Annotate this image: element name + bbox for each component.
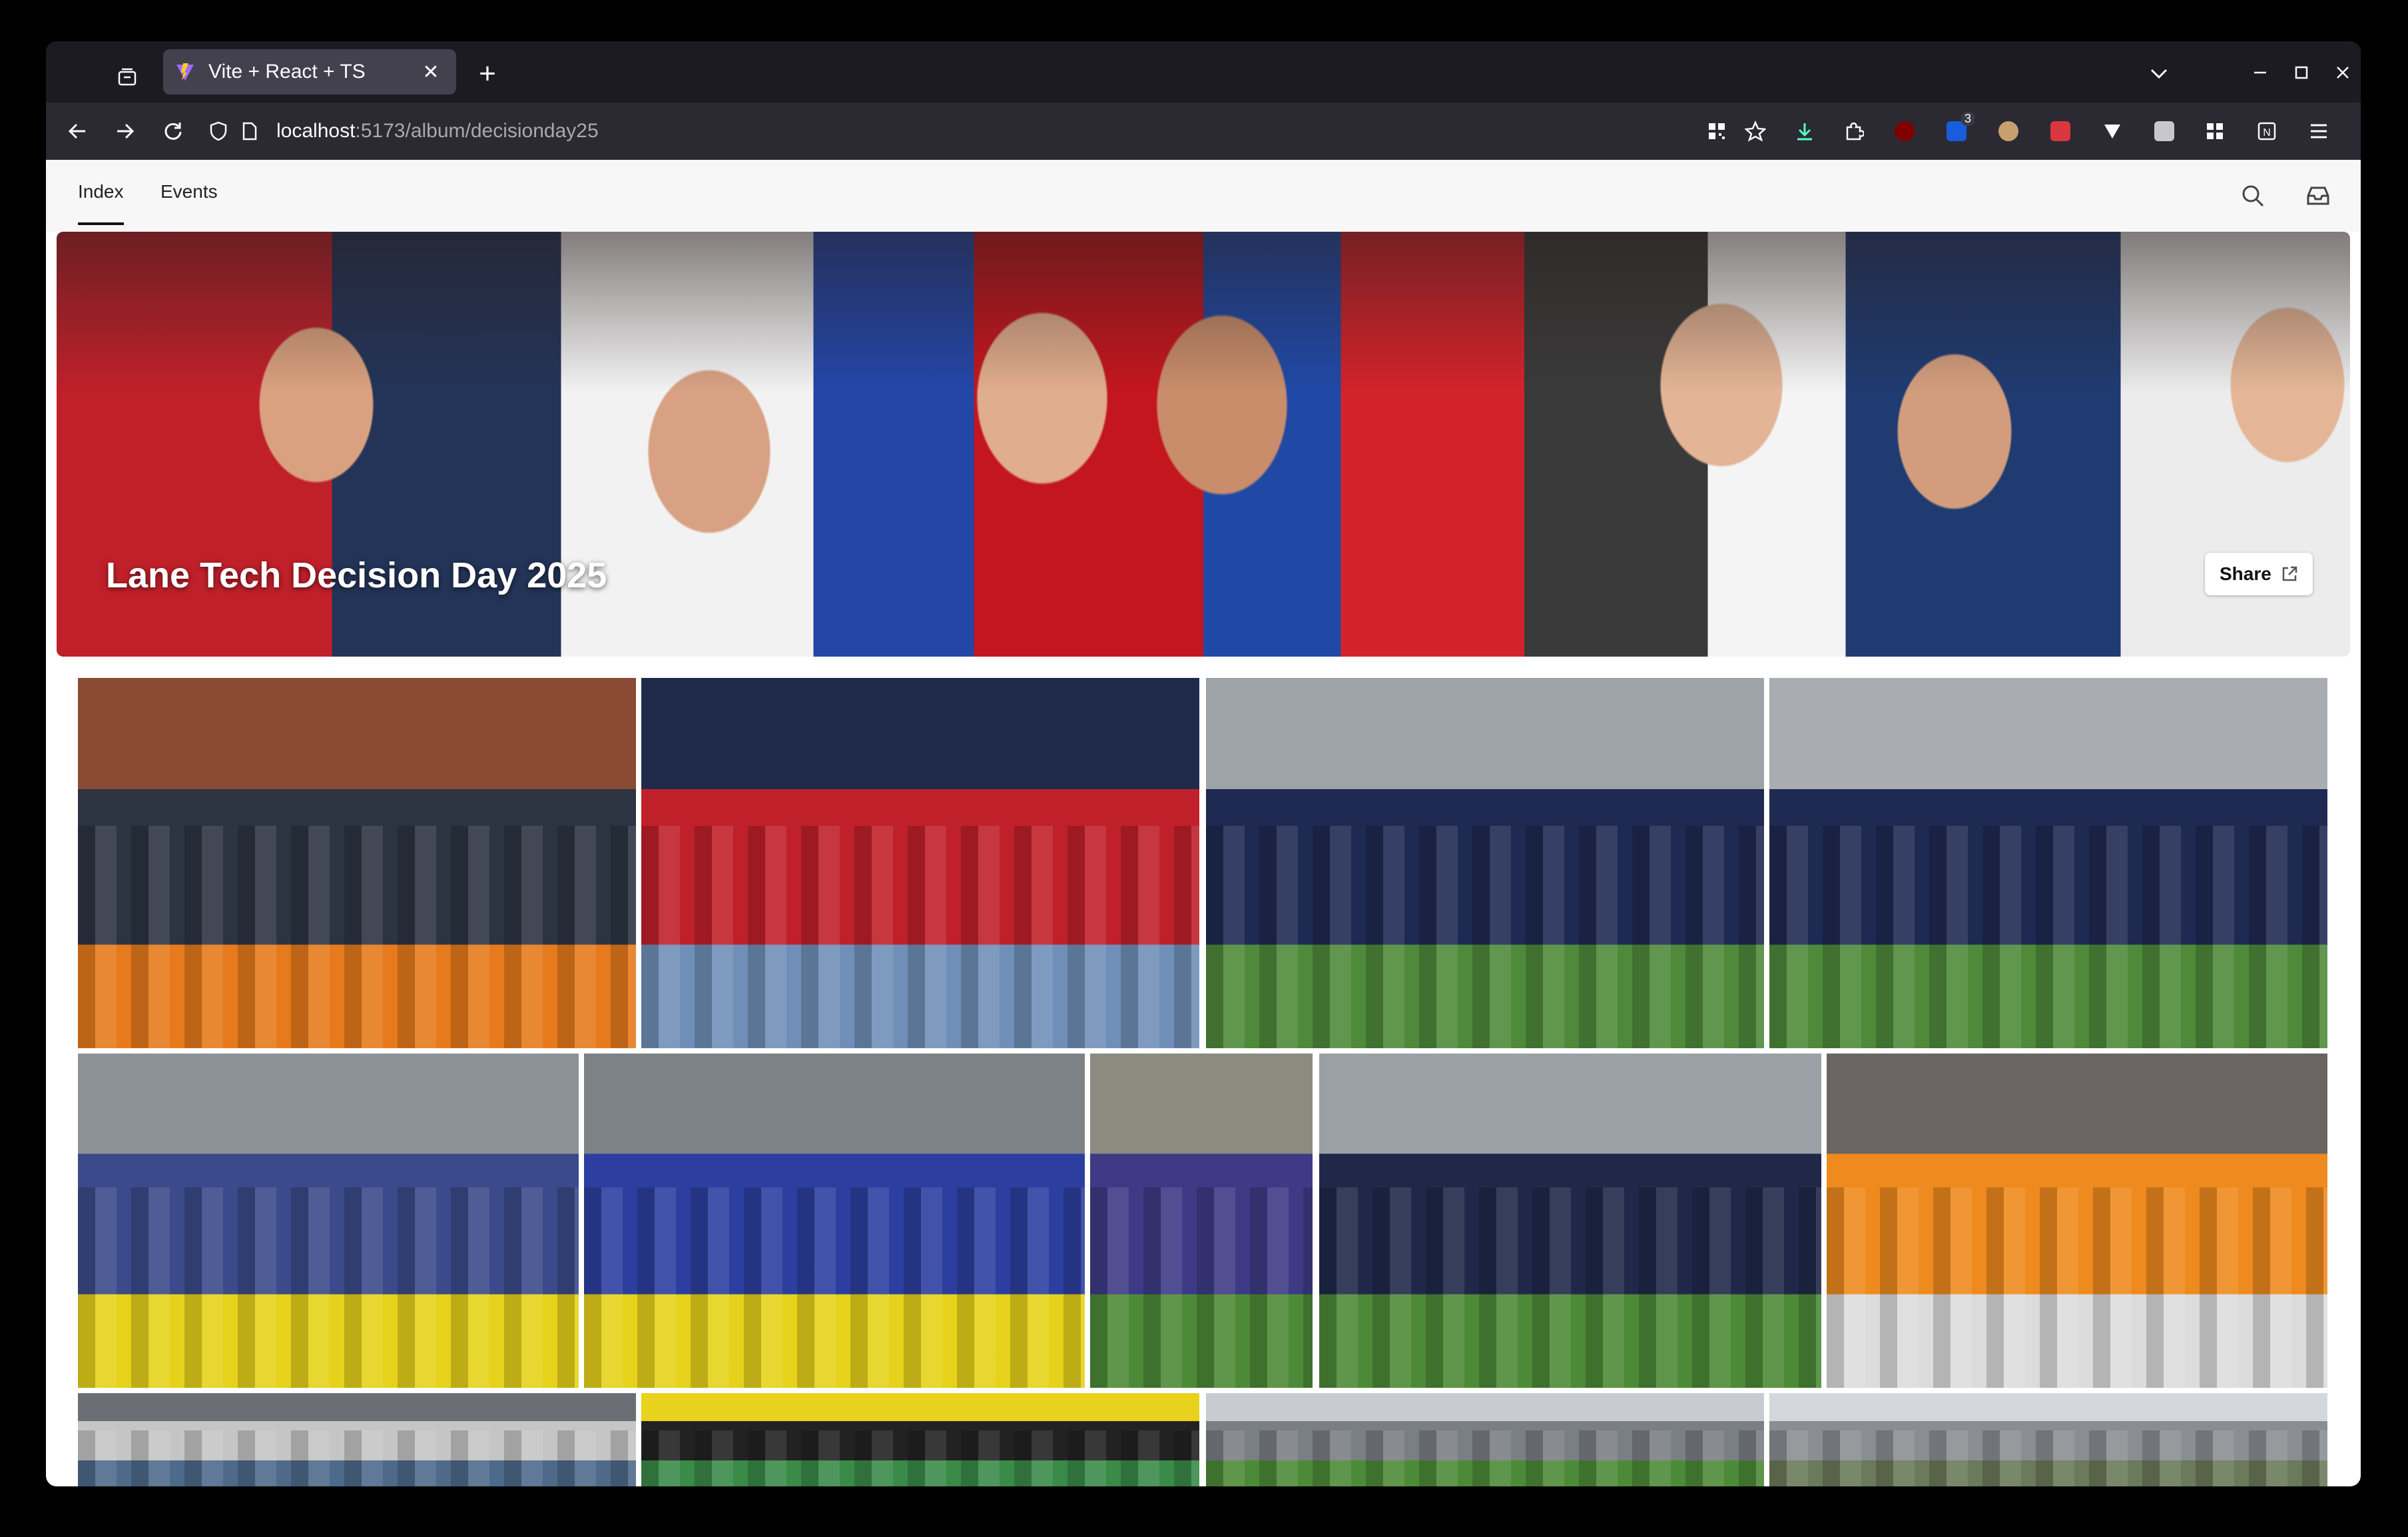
tab-strip: Vite + React + TS ✕ + [46,41,2361,103]
album-hero-image: Lane Tech Decision Day 2025 Share [57,232,2350,657]
extension-n-icon[interactable]: N [2253,117,2281,145]
photo-bottom-1[interactable] [78,1393,636,1486]
nav-link-events[interactable]: Events [160,181,218,202]
minimize-icon[interactable] [2244,56,2277,89]
list-all-tabs-icon[interactable] [2142,57,2176,91]
photo-bottom-2[interactable] [641,1393,1199,1486]
bitwarden-icon[interactable]: 3 [1943,112,1974,145]
new-tab-icon[interactable]: + [471,57,504,91]
extension-red-icon[interactable] [2046,117,2074,145]
photo-figures [641,1430,1199,1486]
svg-text:N: N [2263,127,2271,139]
photo-figures [1319,1187,1821,1388]
photo-figures [1206,1430,1764,1486]
tab-overview-icon[interactable] [107,57,147,97]
extension-badge: 3 [1960,112,1974,126]
page-icon[interactable] [236,118,263,145]
downloads-icon[interactable] [1791,117,1819,145]
photo-inflatable-flip[interactable] [78,1054,579,1388]
photo-inflatable-jump[interactable] [584,1054,1085,1388]
photo-figures [78,1187,579,1388]
photo-figures [584,1187,1085,1388]
reload-icon[interactable] [156,115,190,148]
photo-girls-closeup[interactable] [1769,678,2327,1048]
url-host: localhost [276,120,356,142]
back-icon[interactable] [61,115,94,148]
photo-girls-field[interactable] [1206,678,1764,1048]
navigation-bar: localhost:5173/album/decisionday25 3 N [46,103,2361,160]
menu-hamburger-icon[interactable] [2305,117,2333,145]
photo-bottom-3[interactable] [1206,1393,1764,1486]
tab-close-icon[interactable]: ✕ [418,59,444,85]
photo-figures [1769,826,2327,1048]
close-window-icon[interactable] [2326,56,2359,89]
extension-gray-icon[interactable] [2150,117,2178,145]
inbox-icon[interactable] [2302,180,2334,212]
extensions-puzzle-icon[interactable] [1840,117,1868,145]
share-label: Share [2220,563,2271,584]
photo-sack-race[interactable] [1090,1054,1313,1388]
forward-icon[interactable] [109,115,142,148]
nav-link-index[interactable]: Index [78,181,124,225]
album-title: Lane Tech Decision Day 2025 [106,555,607,595]
photo-figures [1090,1187,1313,1388]
external-link-icon [2282,566,2297,581]
ublock-icon[interactable] [1891,117,1919,145]
photo-figures [78,826,636,1048]
photo-bleachers-crowd[interactable] [78,678,636,1048]
share-button[interactable]: Share [2205,553,2313,595]
bookmark-star-icon[interactable] [1741,117,1769,145]
maximize-icon[interactable] [2285,56,2318,89]
extension-grid-icon[interactable] [2201,117,2229,145]
search-icon[interactable] [2237,180,2269,212]
web-page: Index Events Lane Tech Decision Day 2025… [46,160,2361,1486]
extension-v-icon[interactable] [2098,117,2126,145]
photo-students-stands[interactable] [641,678,1199,1048]
url-bar[interactable]: localhost:5173/album/decisionday25 [236,112,1701,151]
tab-active[interactable]: Vite + React + TS ✕ [163,49,456,95]
photo-figures [78,1430,636,1486]
extension-eyes-icon[interactable] [1994,117,2022,145]
browser-window: Vite + React + TS ✕ + localhost:5173/al… [46,41,2361,1486]
tab-title: Vite + React + TS [208,61,366,83]
qr-code-icon[interactable] [1703,117,1731,145]
shield-icon[interactable] [202,115,235,148]
photo-figures [1769,1430,2327,1486]
vite-favicon-icon [176,63,194,81]
site-header: Index Events [46,160,2361,232]
photo-bottom-4[interactable] [1769,1393,2327,1486]
hero-shade [57,232,2350,392]
url-path: :5173/album/decisionday25 [355,120,599,142]
photo-figures [1827,1187,2327,1388]
photo-soccer-goal[interactable] [1319,1054,1821,1388]
photo-figures [641,826,1199,1048]
photo-figures [1206,826,1764,1048]
photo-tug-of-war[interactable] [1827,1054,2327,1388]
